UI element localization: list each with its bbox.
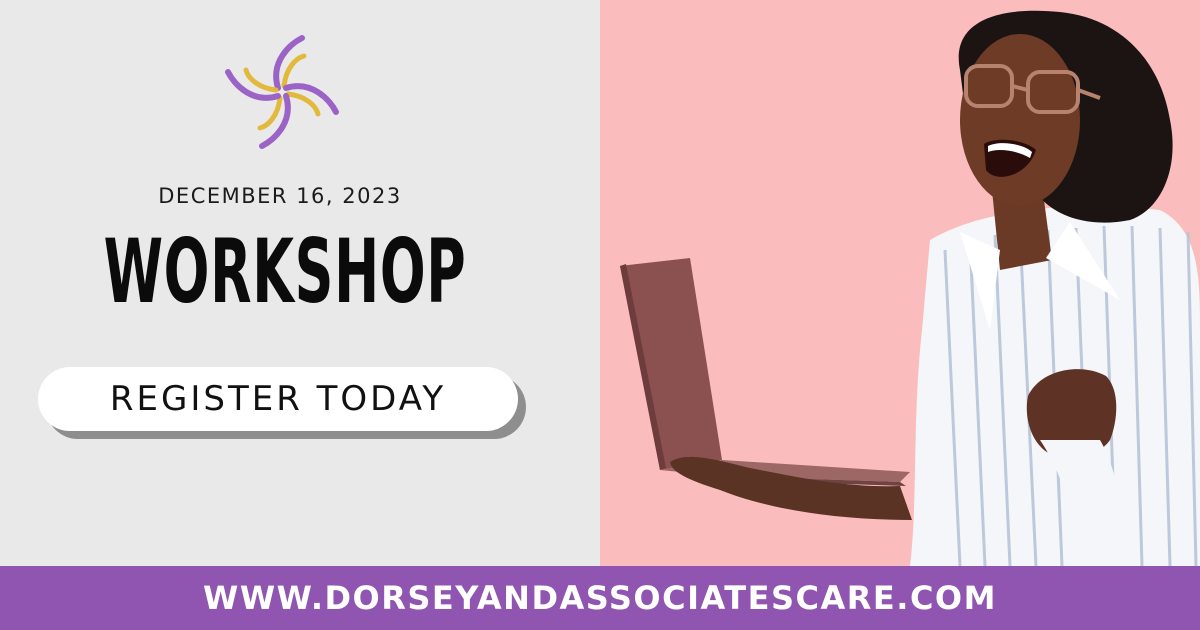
event-title: WORKSHOP — [103, 220, 467, 323]
right-panel — [600, 0, 1200, 566]
footer-bar: WWW.DORSEYANDASSOCIATESCARE.COM — [0, 566, 1200, 630]
left-panel: DECEMBER 16, 2023 WORKSHOP REGISTER TODA… — [0, 0, 600, 566]
event-date: DECEMBER 16, 2023 — [158, 184, 402, 208]
pinwheel-logo-icon — [225, 35, 339, 149]
website-link[interactable]: WWW.DORSEYANDASSOCIATESCARE.COM — [203, 579, 997, 617]
register-today-button[interactable]: REGISTER TODAY — [38, 367, 518, 431]
woman-with-laptop-photo — [620, 10, 1200, 566]
